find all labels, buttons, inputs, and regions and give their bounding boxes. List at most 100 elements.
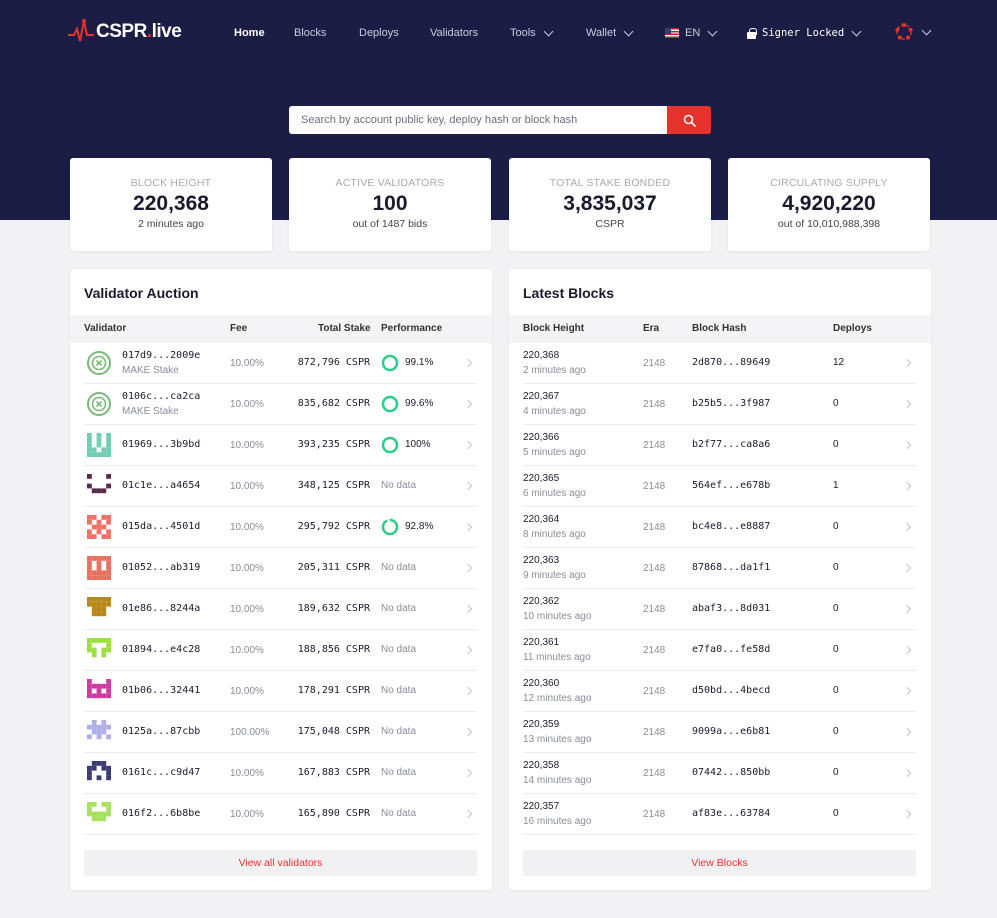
nav-home-label: Home (234, 27, 265, 39)
block-height[interactable]: 220,366 (523, 432, 559, 443)
validator-row[interactable]: 0106c...ca2ca MAKE Stake 10.00% 835,682 CSP… (84, 384, 477, 425)
stat-circulating-supply[interactable]: CIRCULATING SUPPLY 4,920,220 out of 10,0… (728, 158, 930, 251)
block-hash[interactable]: abaf3...8d031 (692, 603, 770, 614)
block-height[interactable]: 220,359 (523, 719, 559, 730)
chevron-right-icon (463, 563, 473, 573)
validator-hash[interactable]: 01052...ab319 (122, 562, 200, 573)
block-height[interactable]: 220,360 (523, 678, 559, 689)
nav-tools-dropdown[interactable]: Tools (510, 22, 554, 44)
view-blocks-button[interactable]: View Blocks (523, 850, 916, 876)
block-age: 6 minutes ago (523, 488, 586, 499)
stat-block-height[interactable]: BLOCK HEIGHT 220,368 2 minutes ago (70, 158, 272, 251)
stat-subtext: out of 1487 bids (352, 218, 428, 230)
column-header-deploys: Deploys (833, 323, 872, 334)
validator-hash[interactable]: 01969...3b9bd (122, 439, 200, 450)
nav-blocks[interactable]: Blocks (294, 22, 326, 44)
validator-hash[interactable]: 0125a...87cbb (122, 726, 200, 737)
column-header-era: Era (643, 323, 660, 334)
search-icon (683, 114, 696, 127)
validator-row[interactable]: 017d9...2009e MAKE Stake 10.00% 872,796 CSP… (84, 343, 477, 384)
performance-value: No data (381, 808, 417, 819)
block-era: 2148 (643, 645, 666, 656)
block-row[interactable]: 220,361 11 minutes ago 2148 e7fa0...fe58d 0 (523, 630, 916, 671)
latest-blocks-panel: Latest Blocks Block Height Era Block Has… (509, 269, 931, 890)
validator-list: 017d9...2009e MAKE Stake 10.00% 872,796 CSP… (84, 343, 477, 835)
validator-row[interactable]: 01c1e...a4654 10.00% 348,125 CSPR No data (84, 466, 477, 507)
nav-home[interactable]: Home (234, 22, 265, 44)
signer-status-dropdown[interactable]: Signer Locked (747, 22, 862, 44)
validator-hash[interactable]: 01b06...32441 (122, 685, 200, 696)
block-row[interactable]: 220,365 6 minutes ago 2148 564ef...e678b 1 (523, 466, 916, 507)
block-row[interactable]: 220,360 12 minutes ago 2148 d50bd...4becd 0 (523, 671, 916, 712)
validator-hash[interactable]: 016f2...6b8be (122, 808, 200, 819)
block-hash[interactable]: b2f77...ca8a6 (692, 439, 770, 450)
block-height[interactable]: 220,361 (523, 637, 559, 648)
validator-hash[interactable]: 01c1e...a4654 (122, 480, 200, 491)
block-height[interactable]: 220,367 (523, 391, 559, 402)
validator-row[interactable]: 016f2...6b8be 10.00% 165,890 CSPR No data (84, 794, 477, 835)
block-hash[interactable]: d50bd...4becd (692, 685, 770, 696)
validator-hash[interactable]: 017d9...2009e (122, 350, 200, 361)
block-deploys-count: 0 (833, 808, 839, 819)
validator-hash[interactable]: 01894...e4c28 (122, 644, 200, 655)
block-height[interactable]: 220,364 (523, 514, 559, 525)
validator-row[interactable]: 015da...4501d 10.00% 295,792 CSPR 92.8% (84, 507, 477, 548)
block-row[interactable]: 220,359 13 minutes ago 2148 9099a...e6b81 0 (523, 712, 916, 753)
network-menu[interactable] (894, 22, 932, 42)
chevron-right-icon (463, 645, 473, 655)
validator-row[interactable]: 01e86...8244a 10.00% 189,632 CSPR No data (84, 589, 477, 630)
chevron-right-icon (463, 604, 473, 614)
validator-identicon-icon (86, 801, 112, 827)
block-row[interactable]: 220,357 16 minutes ago 2148 af83e...63784 0 (523, 794, 916, 835)
validator-hash[interactable]: 0161c...c9d47 (122, 767, 200, 778)
block-height[interactable]: 220,363 (523, 555, 559, 566)
validator-total-stake: 188,856 CSPR (297, 644, 370, 655)
nav-validators[interactable]: Validators (430, 22, 478, 44)
block-height[interactable]: 220,362 (523, 596, 559, 607)
block-row[interactable]: 220,363 9 minutes ago 2148 87868...da1f1 0 (523, 548, 916, 589)
nav-deploys[interactable]: Deploys (359, 22, 399, 44)
block-row[interactable]: 220,358 14 minutes ago 2148 07442...850bb 0 (523, 753, 916, 794)
block-row[interactable]: 220,362 10 minutes ago 2148 abaf3...8d031 0 (523, 589, 916, 630)
validator-row[interactable]: 0125a...87cbb 100.00% 175,048 CSPR No data (84, 712, 477, 753)
performance-value: No data (381, 480, 417, 491)
block-age: 12 minutes ago (523, 693, 592, 704)
block-height[interactable]: 220,368 (523, 350, 559, 361)
validator-identicon-icon (86, 637, 112, 663)
block-hash[interactable]: 07442...850bb (692, 767, 770, 778)
block-height[interactable]: 220,358 (523, 760, 559, 771)
block-height[interactable]: 220,357 (523, 801, 559, 812)
block-hash[interactable]: 564ef...e678b (692, 480, 770, 491)
validator-row[interactable]: 01969...3b9bd 10.00% 393,235 CSPR 100% (84, 425, 477, 466)
block-hash[interactable]: b25b5...3f987 (692, 398, 770, 409)
validator-row[interactable]: 0161c...c9d47 10.00% 167,883 CSPR No data (84, 753, 477, 794)
validator-hash[interactable]: 01e86...8244a (122, 603, 200, 614)
view-all-validators-button[interactable]: View all validators (84, 850, 477, 876)
validator-row[interactable]: 01052...ab319 10.00% 205,311 CSPR No data (84, 548, 477, 589)
search-button[interactable] (667, 106, 711, 134)
block-row[interactable]: 220,368 2 minutes ago 2148 2d870...89649 12 (523, 343, 916, 384)
language-selector[interactable]: EN (665, 22, 718, 44)
block-hash[interactable]: e7fa0...fe58d (692, 644, 770, 655)
block-hash[interactable]: 9099a...e6b81 (692, 726, 770, 737)
block-era: 2148 (643, 768, 666, 779)
block-height[interactable]: 220,365 (523, 473, 559, 484)
search-input[interactable] (289, 106, 667, 134)
nav-wallet-dropdown[interactable]: Wallet (586, 22, 634, 44)
validator-hash[interactable]: 015da...4501d (122, 521, 200, 532)
block-hash[interactable]: 2d870...89649 (692, 357, 770, 368)
validator-row[interactable]: 01894...e4c28 10.00% 188,856 CSPR No data (84, 630, 477, 671)
validator-fee: 10.00% (230, 481, 264, 492)
block-age: 13 minutes ago (523, 734, 592, 745)
block-row[interactable]: 220,364 8 minutes ago 2148 bc4e8...e8887 0 (523, 507, 916, 548)
validator-hash[interactable]: 0106c...ca2ca (122, 391, 200, 402)
block-hash[interactable]: 87868...da1f1 (692, 562, 770, 573)
block-hash[interactable]: bc4e8...e8887 (692, 521, 770, 532)
chevron-right-icon (902, 522, 912, 532)
block-row[interactable]: 220,366 5 minutes ago 2148 b2f77...ca8a6 0 (523, 425, 916, 466)
block-row[interactable]: 220,367 4 minutes ago 2148 b25b5...3f987 0 (523, 384, 916, 425)
block-hash[interactable]: af83e...63784 (692, 808, 770, 819)
stat-active-validators[interactable]: ACTIVE VALIDATORS 100 out of 1487 bids (289, 158, 491, 251)
validator-row[interactable]: 01b06...32441 10.00% 178,291 CSPR No data (84, 671, 477, 712)
stat-total-stake[interactable]: TOTAL STAKE BONDED 3,835,037 CSPR (509, 158, 711, 251)
